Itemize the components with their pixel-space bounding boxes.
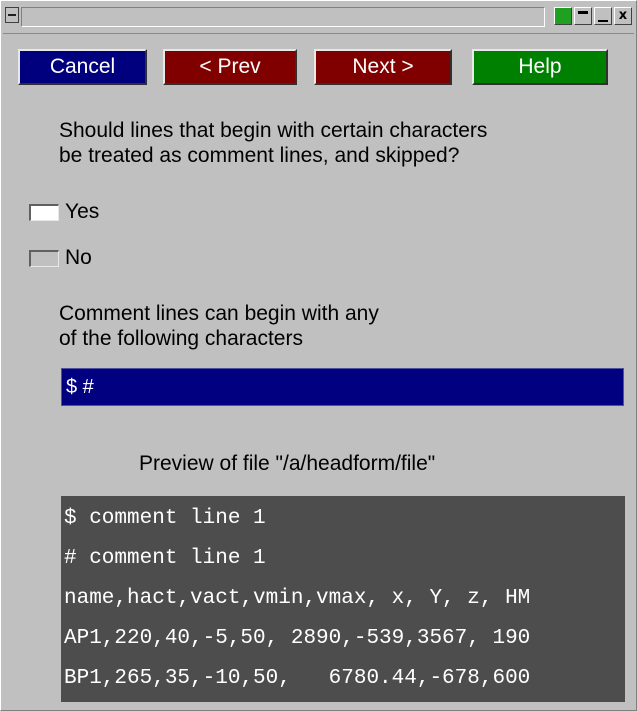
preview-line: name,hact,vact,vmin,vmax, x, Y, z, HM xyxy=(64,587,531,610)
minimize-icon[interactable] xyxy=(574,7,592,25)
help-button[interactable]: Help xyxy=(472,49,608,85)
preview-line: BP1,265,35,-10,50, 6780.44,-678,600 xyxy=(64,667,531,690)
no-label[interactable]: No xyxy=(65,246,92,270)
question-line-2: be treated as comment lines, and skipped… xyxy=(59,144,460,167)
title-bar[interactable]: x xyxy=(3,3,634,34)
yes-radio-indicator[interactable] xyxy=(29,203,59,221)
comment-chars-label: Comment lines can begin with any of the … xyxy=(59,301,599,351)
prev-button[interactable]: < Prev xyxy=(163,49,297,85)
option-yes[interactable]: Yes xyxy=(29,200,99,224)
file-preview-panel: $ comment line 1 # comment line 1 name,h… xyxy=(61,496,625,702)
wizard-button-row: Cancel < Prev Next > Help xyxy=(18,49,608,87)
option-no[interactable]: No xyxy=(29,246,92,270)
comment-chars-input[interactable] xyxy=(61,368,624,406)
maximize-icon[interactable] xyxy=(594,7,612,25)
yes-label[interactable]: Yes xyxy=(65,200,99,224)
preview-line: AP1,220,40,-5,50, 2890,-539,3567, 190 xyxy=(64,627,531,650)
next-button[interactable]: Next > xyxy=(314,49,452,85)
close-icon[interactable]: x xyxy=(614,7,632,25)
preview-title: Preview of file "/a/headform/file" xyxy=(139,452,436,475)
question-line-1: Should lines that begin with certain cha… xyxy=(59,119,488,142)
window-controls: x xyxy=(554,7,632,25)
comment-question: Should lines that begin with certain cha… xyxy=(59,118,619,168)
no-radio-indicator[interactable] xyxy=(29,249,59,267)
comment-chars-label-line-1: Comment lines can begin with any xyxy=(59,302,379,325)
system-menu-icon[interactable] xyxy=(5,7,19,23)
preview-line: # comment line 1 xyxy=(64,547,266,570)
status-indicator-icon xyxy=(554,7,572,25)
title-drag-area[interactable] xyxy=(21,7,545,27)
cancel-button[interactable]: Cancel xyxy=(18,49,147,85)
comment-chars-label-line-2: of the following characters xyxy=(59,327,303,350)
dialog-window: x Cancel < Prev Next > Help Should lines… xyxy=(0,0,637,711)
preview-line: $ comment line 1 xyxy=(64,507,266,530)
